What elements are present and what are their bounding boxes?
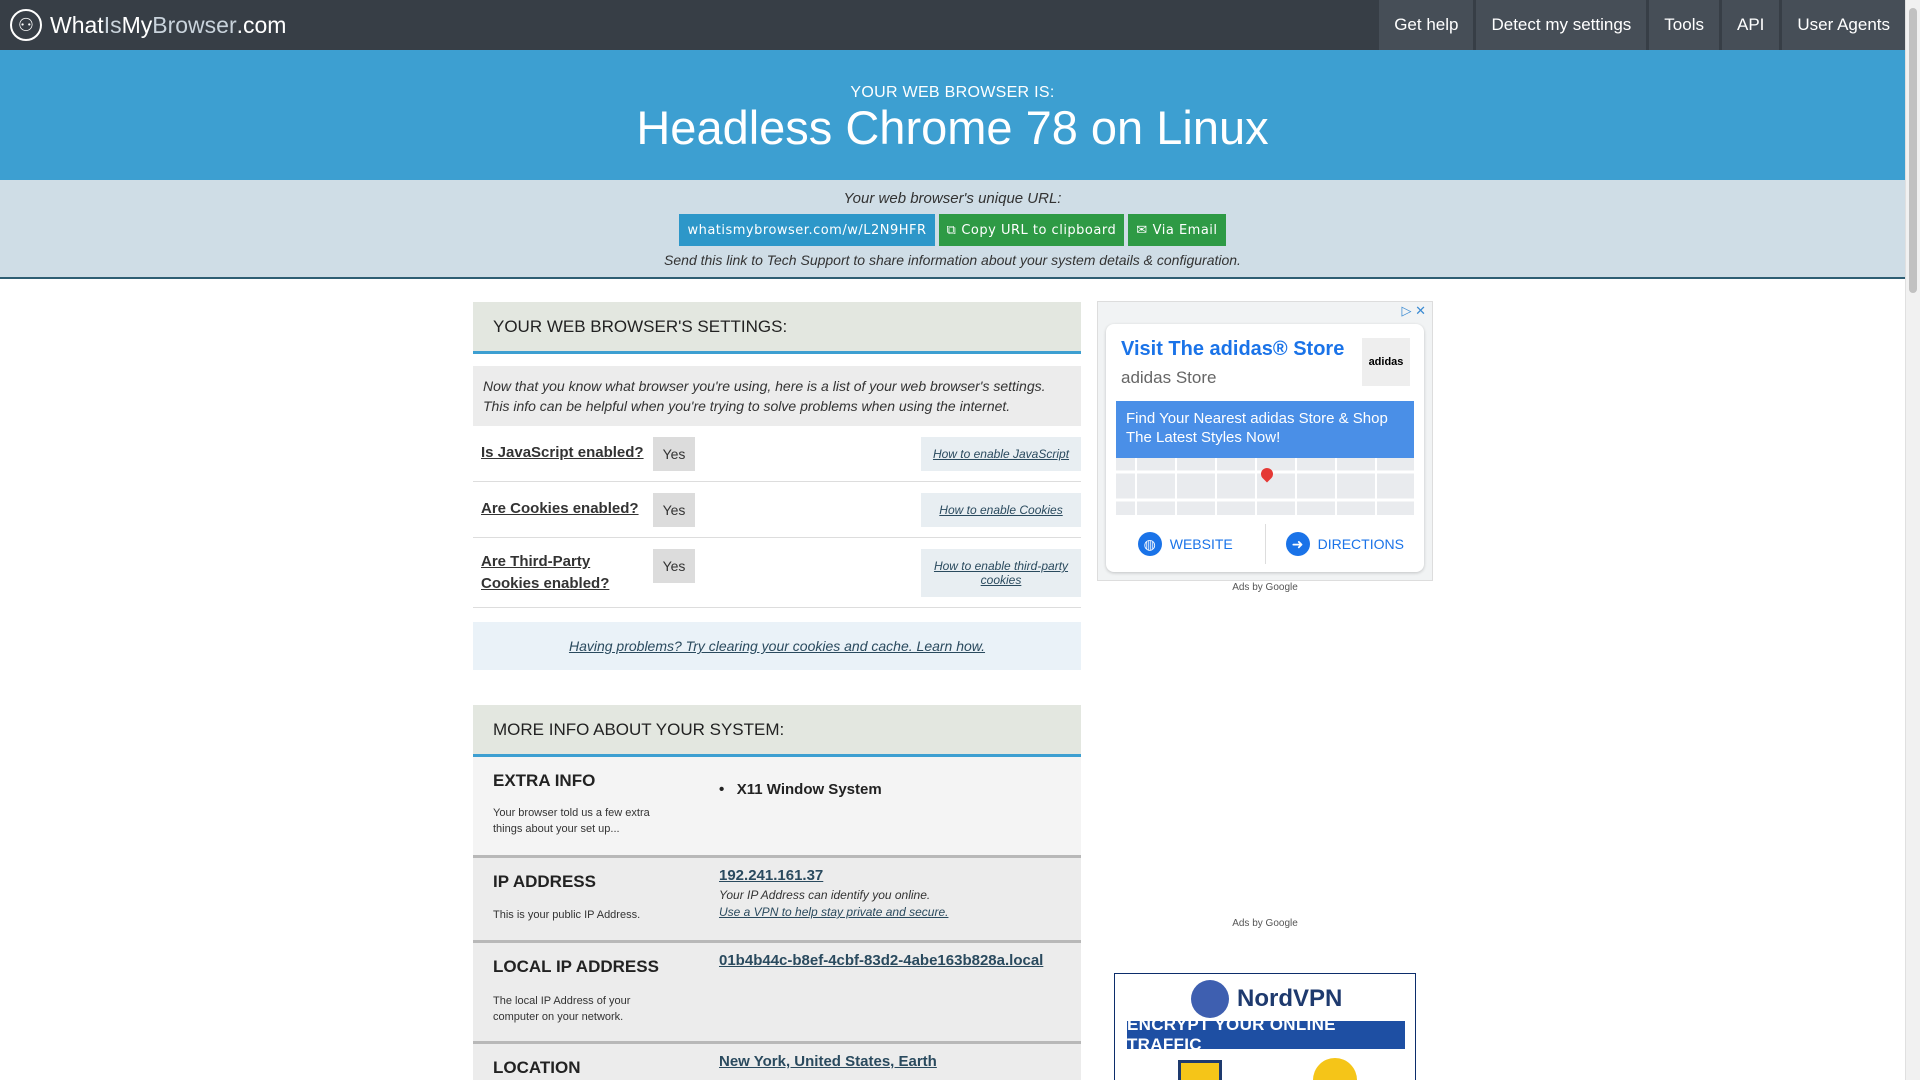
settings-heading: YOUR WEB BROWSER'S SETTINGS: xyxy=(473,302,1081,354)
local-ip-desc: The local IP Address of your computer on… xyxy=(493,995,631,1023)
scrollbar-thumb[interactable] xyxy=(1909,8,1917,293)
lock-icon xyxy=(1313,1058,1357,1080)
email-label: Via Email xyxy=(1152,222,1218,238)
ad-directions-label: DIRECTIONS xyxy=(1317,536,1404,552)
copy-icon: ⧉ xyxy=(946,222,957,238)
copy-url-button[interactable]: ⧉ Copy URL to clipboard xyxy=(938,214,1125,246)
ip-value[interactable]: 192.241.161.37 xyxy=(719,867,823,884)
detected-browser: Headless Chrome 78 on Linux xyxy=(636,101,1269,154)
location-block: LOCATION New York, United States, Earth xyxy=(473,1041,1081,1080)
adidas-logo: adidas xyxy=(1362,338,1410,386)
brand-browser: Browser xyxy=(152,11,237,38)
ad-advertiser: adidas Store xyxy=(1121,368,1217,387)
top-nav: ⚇ What Is My Browser .com Get help Detect my… xyxy=(0,0,1905,50)
unique-url-button[interactable]: whatismybrowser.com/w/L2N9HFR xyxy=(679,214,935,246)
ads-by-google-1: Ads by Google xyxy=(1232,582,1298,593)
setting-help-link[interactable]: How to enable Cookies xyxy=(921,493,1081,527)
setting-help-link[interactable]: How to enable third-party cookies xyxy=(921,549,1081,597)
share-buttons: whatismybrowser.com/w/L2N9HFR ⧉ Copy URL… xyxy=(0,214,1905,246)
intro-line-2: This info can be helpful when you're try… xyxy=(483,398,1011,414)
ad-title[interactable]: Visit The adidas® Store xyxy=(1121,338,1344,361)
setting-answer: Yes xyxy=(653,549,695,583)
share-note: Send this link to Tech Support to share … xyxy=(664,252,1241,268)
setting-row-cookies: Are Cookies enabled? Yes How to enable C… xyxy=(473,482,1081,538)
share-bar: Your web browser's unique URL: whatismyb… xyxy=(0,180,1905,279)
page-scrollbar[interactable] xyxy=(1905,0,1920,1080)
extra-info-item: • X11 Window System xyxy=(719,781,882,798)
settings-intro: Now that you know what browser you're us… xyxy=(473,366,1081,426)
browser-hero: YOUR WEB BROWSER IS: Headless Chrome 78 … xyxy=(0,50,1905,180)
site-logo-link[interactable]: ⚇ What Is My Browser .com xyxy=(10,9,286,41)
ad-actions: ◍ WEBSITE ➜ DIRECTIONS xyxy=(1106,524,1424,564)
extra-info-item-text: X11 Window System xyxy=(736,781,882,798)
setting-row-third-party-cookies: Are Third-Party Cookies enabled? Yes How… xyxy=(473,538,1081,608)
ip-sub: Your IP Address can identify you online. xyxy=(719,888,931,902)
map-thumbnail[interactable] xyxy=(1116,458,1414,515)
logo-icon: ⚇ xyxy=(10,9,42,41)
ip-title: IP ADDRESS xyxy=(493,872,596,891)
nav-get-help[interactable]: Get help xyxy=(1379,0,1474,50)
intro-line-1: Now that you know what browser you're us… xyxy=(483,378,1046,394)
map-pin-icon xyxy=(1258,465,1276,483)
local-ip-title: LOCAL IP ADDRESS xyxy=(493,957,659,976)
ads-by-google-2: Ads by Google xyxy=(1232,918,1298,929)
local-ip-block: LOCAL IP ADDRESS The local IP Address of… xyxy=(473,940,1081,1041)
nordvpn-brand: NordVPN xyxy=(1237,985,1343,1012)
ad-choices-icon[interactable]: ▷ ✕ xyxy=(1401,303,1426,319)
ad-content: Visit The adidas® Store adidas Store adi… xyxy=(1106,324,1424,572)
brand-com: .com xyxy=(236,11,287,38)
shield-screen-icon xyxy=(1178,1060,1222,1080)
main-column: YOUR WEB BROWSER'S SETTINGS: Now that yo… xyxy=(473,302,1081,1080)
local-ip-value[interactable]: 01b4b44c-b8ef-4cbf-83d2-4abe163b828a.loc… xyxy=(719,952,1043,969)
brand-my: My xyxy=(121,11,153,38)
brand-what: What xyxy=(50,11,104,38)
more-info-heading: MORE INFO ABOUT YOUR SYSTEM: xyxy=(473,705,1081,757)
location-value[interactable]: New York, United States, Earth xyxy=(719,1053,937,1070)
extra-info-title: EXTRA INFO xyxy=(493,771,596,790)
ad-directions-button[interactable]: ➜ DIRECTIONS xyxy=(1264,524,1425,564)
setting-answer: Yes xyxy=(653,493,695,527)
globe-icon: ◍ xyxy=(1137,532,1162,556)
mail-icon: ✉ xyxy=(1136,222,1148,238)
vpn-link[interactable]: Use a VPN to help stay private and secur… xyxy=(719,905,948,919)
ad-website-label: WEBSITE xyxy=(1169,536,1233,552)
setting-question[interactable]: Are Third-Party Cookies enabled? xyxy=(481,551,651,595)
setting-question[interactable]: Is JavaScript enabled? xyxy=(481,442,644,464)
nav-detect-settings[interactable]: Detect my settings xyxy=(1476,0,1647,50)
share-title: Your web browser's unique URL: xyxy=(843,190,1062,207)
ad-website-button[interactable]: ◍ WEBSITE xyxy=(1106,524,1265,564)
nordvpn-logo: NordVPN xyxy=(1191,980,1342,1018)
ad-card[interactable]: ▷ ✕ Visit The adidas® Store adidas Store… xyxy=(1097,301,1433,581)
ad-headline[interactable]: Find Your Nearest adidas Store & Shop Th… xyxy=(1116,401,1414,458)
extra-info-block: EXTRA INFO Your browser told us a few ex… xyxy=(473,757,1081,855)
nordvpn-banner: ENCRYPT YOUR ONLINE TRAFFIC xyxy=(1127,1015,1405,1054)
ip-address-block: IP ADDRESS This is your public IP Addres… xyxy=(473,855,1081,940)
brand-is: Is xyxy=(103,11,122,38)
setting-row-javascript: Is JavaScript enabled? Yes How to enable… xyxy=(473,426,1081,482)
extra-info-desc: Your browser told us a few extra things … xyxy=(493,807,650,835)
nav-tools[interactable]: Tools xyxy=(1649,0,1719,50)
setting-question[interactable]: Are Cookies enabled? xyxy=(481,498,639,520)
clear-cache-link[interactable]: Having problems? Try clearing your cooki… xyxy=(473,622,1081,670)
nav-links: Get help Detect my settings Tools API Us… xyxy=(1376,0,1905,50)
location-title: LOCATION xyxy=(493,1058,581,1077)
setting-answer: Yes xyxy=(653,437,695,471)
ip-desc: This is your public IP Address. xyxy=(493,909,641,921)
nordvpn-ad[interactable]: NordVPN ENCRYPT YOUR ONLINE TRAFFIC xyxy=(1114,973,1416,1080)
email-button[interactable]: ✉ Via Email xyxy=(1128,214,1226,246)
nav-user-agents[interactable]: User Agents xyxy=(1782,0,1905,50)
setting-help-link[interactable]: How to enable JavaScript xyxy=(921,437,1081,471)
copy-url-label: Copy URL to clipboard xyxy=(961,222,1117,238)
nordvpn-mountain-icon xyxy=(1191,980,1229,1018)
directions-icon: ➜ xyxy=(1285,532,1310,556)
nav-api[interactable]: API xyxy=(1721,0,1780,50)
